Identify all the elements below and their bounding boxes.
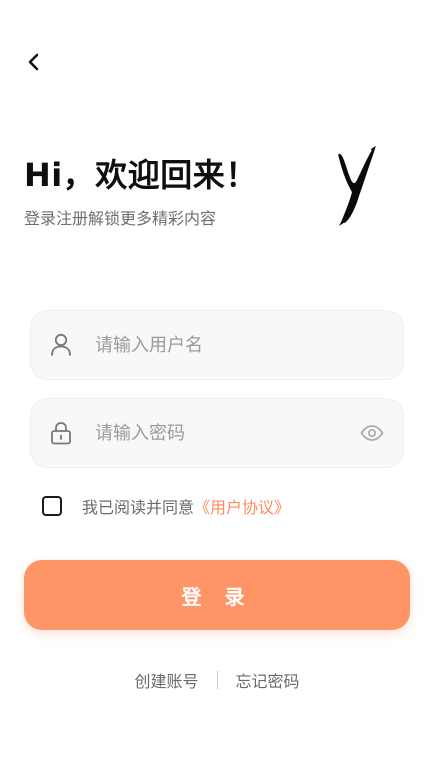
chevron-left-icon <box>26 52 42 76</box>
agreement-text: 我已阅读并同意《用户协议》 <box>82 494 290 518</box>
page-title: Hi，欢迎回来！ <box>24 156 258 194</box>
divider <box>216 671 218 689</box>
footer-links: 创建账号 忘记密码 <box>0 668 434 692</box>
username-field <box>30 310 404 380</box>
username-input[interactable] <box>95 334 385 356</box>
lock-icon <box>49 421 73 445</box>
user-icon <box>49 333 73 357</box>
eye-icon[interactable] <box>359 420 385 446</box>
back-button[interactable] <box>20 50 48 78</box>
password-field <box>30 398 404 468</box>
agreement-checkbox[interactable] <box>42 496 62 516</box>
agreement-label: 我已阅读并同意 <box>82 498 195 517</box>
brush-logo-icon <box>338 146 376 226</box>
page-subtitle: 登录注册解锁更多精彩内容 <box>24 209 217 228</box>
login-screen: Hi，欢迎回来！ 登录注册解锁更多精彩内容 请输入用户名 我已阅读并同意《用户协… <box>0 0 434 772</box>
agreement-row: 我已阅读并同意《用户协议》 <box>42 494 290 518</box>
login-button[interactable]: 登 录 <box>24 560 410 630</box>
password-input[interactable] <box>95 422 359 444</box>
forgot-password-link[interactable]: 忘记密码 <box>236 668 300 692</box>
user-agreement-link[interactable]: 《用户协议》 <box>194 498 290 517</box>
create-account-link[interactable]: 创建账号 <box>134 668 198 692</box>
